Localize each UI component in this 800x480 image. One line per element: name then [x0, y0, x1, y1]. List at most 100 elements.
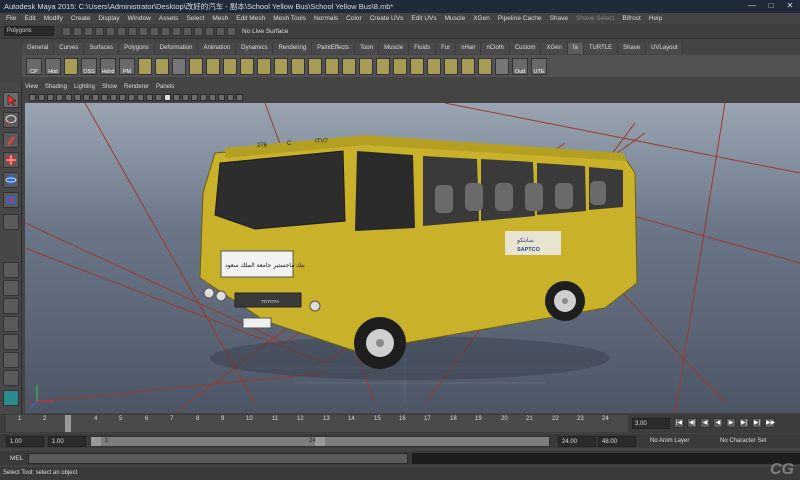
- snap-curve-icon[interactable]: [150, 26, 159, 36]
- shelf-tab-dynamics[interactable]: Dynamics: [236, 43, 274, 54]
- isolate-select-icon[interactable]: [200, 93, 207, 101]
- time-slider-track[interactable]: 1 2 3 4 5 6 7 8 9 10 11 12 13 14 15 16 1…: [6, 415, 628, 432]
- animation-end-field[interactable]: 48.00: [598, 436, 636, 447]
- lights-icon[interactable]: [164, 93, 171, 101]
- close-button[interactable]: ✕: [782, 1, 798, 11]
- shelf-tool-icon[interactable]: [478, 57, 492, 75]
- menu-muscle[interactable]: Muscle: [445, 15, 466, 22]
- menu-assets[interactable]: Assets: [159, 15, 179, 22]
- shelf-tool-icon[interactable]: [359, 57, 373, 75]
- single-perspective-layout-icon[interactable]: [3, 262, 19, 278]
- current-time-marker[interactable]: [65, 415, 71, 432]
- shelf-tab-fa[interactable]: fa: [567, 43, 584, 54]
- menu-mesh[interactable]: Mesh: [212, 15, 228, 22]
- shelf-tool-icon[interactable]: [410, 57, 424, 75]
- menu-edit-uvs[interactable]: Edit UVs: [411, 15, 436, 22]
- snap-grid-icon[interactable]: [139, 26, 148, 36]
- shelf-tab-curves[interactable]: Curves: [54, 43, 85, 54]
- mel-label[interactable]: MEL: [10, 453, 23, 464]
- menu-create[interactable]: Create: [71, 15, 91, 22]
- select-hierarchy-icon[interactable]: [95, 26, 104, 36]
- menu-xgen[interactable]: XGen: [473, 15, 490, 22]
- last-tool-icon[interactable]: [3, 214, 19, 230]
- shelf-tab-fluids[interactable]: Fluids: [409, 43, 437, 54]
- shelf-button-pm[interactable]: PM: [119, 57, 135, 75]
- shelf-tab-shave[interactable]: Shave: [618, 43, 647, 54]
- wireframe-icon[interactable]: [128, 93, 135, 101]
- menu-select[interactable]: Select: [186, 15, 204, 22]
- playback-start-field[interactable]: 1.00: [48, 436, 86, 447]
- shelf-tool-icon[interactable]: [206, 57, 220, 75]
- lasso-tool-icon[interactable]: [3, 112, 19, 128]
- shelf-tab-animation[interactable]: Animation: [198, 43, 237, 54]
- shelf-button-hshd[interactable]: Hshd: [100, 57, 116, 75]
- menu-mesh-tools[interactable]: Mesh Tools: [273, 15, 306, 22]
- xray-joints-icon[interactable]: [191, 93, 198, 101]
- range-slider-bar[interactable]: 1 24: [90, 436, 550, 447]
- shelf-tool-icon[interactable]: [325, 57, 339, 75]
- range-handle-right[interactable]: [315, 437, 325, 446]
- shelf-tab-custom[interactable]: Custom: [509, 43, 542, 54]
- shelf-tab-uvlayout[interactable]: UVLayout: [646, 43, 684, 54]
- select-object-icon[interactable]: [106, 26, 115, 36]
- save-scene-icon[interactable]: [84, 26, 93, 36]
- live-surface-label[interactable]: No Live Surface: [242, 28, 288, 35]
- shelf-tool-icon[interactable]: [240, 57, 254, 75]
- shelf-tool-icon[interactable]: [274, 57, 288, 75]
- bookmarks-icon[interactable]: [47, 93, 54, 101]
- film-gate-icon[interactable]: [74, 93, 81, 101]
- shelf-tool-icon[interactable]: [495, 57, 509, 75]
- menu-window[interactable]: Window: [128, 15, 151, 22]
- menu-color[interactable]: Color: [346, 15, 362, 22]
- minimize-button[interactable]: —: [744, 1, 760, 11]
- resolution-gate-icon[interactable]: [83, 93, 90, 101]
- move-tool-icon[interactable]: [3, 152, 19, 168]
- four-view-layout-icon[interactable]: [3, 280, 19, 296]
- new-scene-icon[interactable]: [62, 26, 71, 36]
- step-forward-key-button[interactable]: ▶|: [752, 418, 762, 428]
- panel-menu-panels[interactable]: Panels: [156, 84, 174, 90]
- shelf-tab-xgen[interactable]: XGen: [541, 43, 568, 54]
- step-back-key-button[interactable]: ◀|: [687, 418, 697, 428]
- render-icon[interactable]: [205, 26, 214, 36]
- history-icon[interactable]: [194, 26, 203, 36]
- shelf-tab-ncloth[interactable]: nCloth: [481, 43, 510, 54]
- shelf-button-cp[interactable]: CP: [26, 57, 42, 75]
- panel-menu-renderer[interactable]: Renderer: [124, 84, 149, 90]
- menu-shave-select[interactable]: Shave Select: [576, 15, 614, 22]
- shelf-tool-icon[interactable]: [172, 57, 186, 75]
- antialiasing-icon[interactable]: [227, 93, 234, 101]
- shelf-tab-painteffects[interactable]: PaintEffects: [312, 43, 356, 54]
- panel-menu-lighting[interactable]: Lighting: [74, 84, 95, 90]
- go-to-start-button[interactable]: |◀: [674, 418, 684, 428]
- shelf-tab-rendering[interactable]: Rendering: [273, 43, 313, 54]
- shelf-tool-icon[interactable]: [427, 57, 441, 75]
- step-forward-frame-button[interactable]: ▶|: [739, 418, 749, 428]
- shelf-tab-deformation[interactable]: Deformation: [154, 43, 199, 54]
- shelf-tool-icon[interactable]: [257, 57, 271, 75]
- grid-icon[interactable]: [65, 93, 72, 101]
- snap-point-icon[interactable]: [161, 26, 170, 36]
- layout-preset-icon[interactable]: [3, 370, 19, 386]
- shelf-tool-icon[interactable]: [189, 57, 203, 75]
- shelf-button-ute[interactable]: UTE: [531, 57, 547, 75]
- persp-outliner-layout-icon[interactable]: [3, 298, 19, 314]
- menu-edit[interactable]: Edit: [24, 15, 35, 22]
- command-input[interactable]: [28, 453, 408, 464]
- camera-attributes-icon[interactable]: [38, 93, 45, 101]
- perspective-viewport[interactable]: 276 C ITV7 بنك ماجستير جامعة الملك سعود …: [25, 103, 800, 413]
- shelf-tool-icon[interactable]: [223, 57, 237, 75]
- render-settings-icon[interactable]: [227, 26, 236, 36]
- image-plane-icon[interactable]: [56, 93, 63, 101]
- safe-title-icon[interactable]: [119, 93, 126, 101]
- menu-display[interactable]: Display: [98, 15, 119, 22]
- menu-normals[interactable]: Normals: [314, 15, 338, 22]
- menu-edit-mesh[interactable]: Edit Mesh: [236, 15, 265, 22]
- shadows-icon[interactable]: [173, 93, 180, 101]
- snap-plane-icon[interactable]: [172, 26, 181, 36]
- character-set-dropdown[interactable]: No Character Set: [720, 436, 766, 447]
- shelf-tab-surfaces[interactable]: Surfaces: [84, 43, 120, 54]
- menu-shave[interactable]: Shave: [550, 15, 568, 22]
- animation-start-field[interactable]: 1.00: [6, 436, 44, 447]
- paint-select-tool-icon[interactable]: [3, 132, 19, 148]
